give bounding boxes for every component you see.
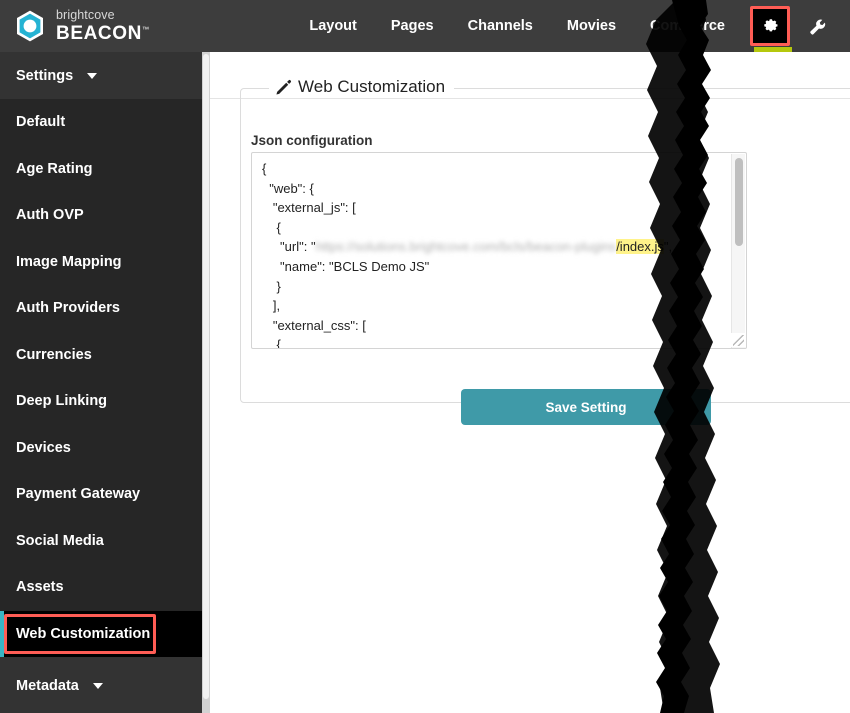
textarea-scrollbar[interactable] (731, 154, 745, 348)
sidebar-item-devices[interactable]: Devices (0, 424, 210, 471)
panel-legend: Web Customization (269, 77, 455, 97)
wrench-icon (810, 19, 826, 35)
settings-sidebar: Settings Default Age Rating Auth OVP Ima… (0, 52, 210, 713)
sidebar-item-auth-ovp[interactable]: Auth OVP (0, 192, 210, 239)
pencil-icon (276, 79, 291, 95)
brand-logo[interactable]: brightcove BEACON™ (0, 0, 210, 52)
nav-movies[interactable]: Movies (550, 0, 633, 52)
sidebar-item-image-mapping[interactable]: Image Mapping (0, 238, 210, 285)
sidebar-item-label: Web Customization (16, 625, 151, 642)
sidebar-item-label: Assets (16, 579, 64, 596)
brand-bottom-text: BEACON™ (56, 22, 150, 44)
sidebar-item-label: Age Rating (16, 160, 93, 177)
sidebar-item-label: Auth OVP (16, 207, 84, 224)
sidebar-item-label: Deep Linking (16, 393, 108, 410)
sidebar-item-deep-linking[interactable]: Deep Linking (0, 378, 210, 425)
nav-pages[interactable]: Pages (374, 0, 451, 52)
sidebar-header-label: Settings (16, 67, 74, 84)
main-content: Web Customization Json configuration { "… (210, 52, 850, 713)
sidebar-item-label: Payment Gateway (16, 486, 141, 503)
sidebar-item-metadata[interactable]: Metadata (0, 657, 210, 713)
json-configuration-label: Json configuration (251, 133, 373, 148)
json-line-1: { (262, 161, 267, 176)
sidebar-header-settings[interactable]: Settings (0, 52, 210, 99)
top-navigation: Layout Pages Channels Movies Commerce (210, 0, 850, 54)
active-accent-bar (0, 610, 4, 657)
gear-icon (763, 18, 777, 31)
nav-layout[interactable]: Layout (292, 0, 374, 52)
json-line-9: "external_css": [ (262, 317, 366, 333)
chevron-down-icon (87, 72, 98, 79)
sidebar-scrollbar-thumb[interactable] (203, 54, 209, 699)
json-line-5-prefix: "url": " (262, 239, 316, 255)
trademark-mark: ™ (141, 26, 150, 34)
json-line-5-suffix: ", (663, 239, 673, 255)
brand-wordmark: brightcove BEACON™ (56, 9, 150, 43)
json-line-6: "name": "BCLS Demo JS" (262, 258, 430, 274)
sidebar-item-social-media[interactable]: Social Media (0, 517, 210, 564)
app-root: brightcove BEACON™ Layout Pages Channels… (0, 0, 850, 713)
json-line-8: ], (262, 298, 281, 314)
sidebar-item-age-rating[interactable]: Age Rating (0, 145, 210, 192)
highlighted-index-js: /index.js (616, 239, 664, 255)
tools-wrench-button[interactable] (798, 7, 836, 45)
nav-channels[interactable]: Channels (451, 0, 550, 52)
brand-top-text: brightcove (56, 8, 115, 23)
sidebar-item-label: Image Mapping (16, 253, 122, 270)
sidebar-item-assets[interactable]: Assets (0, 564, 210, 611)
settings-gear-button[interactable] (750, 6, 792, 54)
sidebar-item-label: Social Media (16, 532, 104, 549)
json-line-7: } (262, 278, 281, 294)
json-configuration-value: { "web": { "external_js": [ { "url": "ht… (262, 159, 673, 349)
nav-commerce[interactable]: Commerce (633, 0, 742, 52)
sidebar-item-label: Currencies (16, 346, 92, 363)
sidebar-item-auth-providers[interactable]: Auth Providers (0, 285, 210, 332)
sidebar-item-label: Default (16, 114, 66, 131)
json-line-2: "web": { (262, 180, 314, 196)
json-line-3: "external_js": [ (262, 200, 356, 216)
json-line-10: { (262, 337, 281, 349)
sidebar-item-default[interactable]: Default (0, 99, 210, 146)
resize-handle-icon[interactable] (731, 333, 745, 347)
sidebar-item-currencies[interactable]: Currencies (0, 331, 210, 378)
sidebar-footer-label: Metadata (16, 678, 79, 694)
chevron-down-icon (92, 683, 103, 689)
redacted-url-text: https://solutions.brightcove.com/bcls/be… (315, 239, 617, 255)
json-configuration-textarea[interactable]: { "web": { "external_js": [ { "url": "ht… (251, 152, 747, 349)
top-bar: brightcove BEACON™ Layout Pages Channels… (0, 0, 850, 54)
panel-legend-text: Web Customization (298, 77, 446, 96)
save-setting-button[interactable]: Save Setting (461, 389, 711, 425)
sidebar-scrollbar[interactable] (202, 52, 210, 713)
json-line-4: { (262, 219, 281, 235)
brightcove-hex-logo-icon (13, 9, 47, 43)
sidebar-item-payment-gateway[interactable]: Payment Gateway (0, 471, 210, 518)
sidebar-item-label: Auth Providers (16, 300, 120, 317)
sidebar-item-label: Devices (16, 439, 71, 456)
textarea-scrollbar-thumb[interactable] (735, 158, 743, 246)
sidebar-item-web-customization[interactable]: Web Customization (0, 610, 210, 657)
